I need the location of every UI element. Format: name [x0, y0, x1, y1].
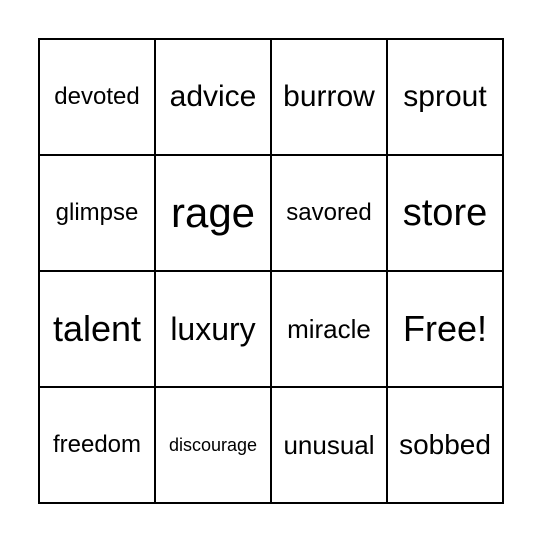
bingo-cell[interactable]: store: [387, 155, 503, 271]
cell-word: luxury: [170, 310, 256, 347]
cell-word: advice: [169, 80, 257, 113]
cell-word: unusual: [283, 429, 375, 460]
bingo-cell[interactable]: unusual: [271, 387, 387, 503]
cell-word: burrow: [283, 80, 375, 113]
cell-word: rage: [170, 189, 256, 236]
bingo-cell[interactable]: talent: [39, 271, 155, 387]
bingo-cell[interactable]: rage: [155, 155, 271, 271]
bingo-cell[interactable]: advice: [155, 39, 271, 155]
bingo-cell[interactable]: sprout: [387, 39, 503, 155]
bingo-cell[interactable]: freedom: [39, 387, 155, 503]
cell-word: discourage: [168, 434, 258, 455]
bingo-cell[interactable]: miracle: [271, 271, 387, 387]
bingo-cell[interactable]: burrow: [271, 39, 387, 155]
bingo-cell[interactable]: luxury: [155, 271, 271, 387]
cell-word: sobbed: [399, 429, 491, 460]
bingo-cell[interactable]: discourage: [155, 387, 271, 503]
cell-word: devoted: [54, 83, 140, 110]
bingo-card: devoted advice burrow sprout glimpse rage savo…: [38, 38, 504, 504]
cell-word: talent: [52, 308, 142, 349]
bingo-cell[interactable]: savored: [271, 155, 387, 271]
cell-word: miracle: [287, 313, 371, 344]
bingo-cell[interactable]: Free!: [387, 271, 503, 387]
bingo-cell[interactable]: glimpse: [39, 155, 155, 271]
bingo-cell[interactable]: devoted: [39, 39, 155, 155]
cell-word: glimpse: [55, 199, 139, 226]
cell-word: store: [402, 191, 488, 234]
bingo-cell[interactable]: sobbed: [387, 387, 503, 503]
cell-word: savored: [286, 199, 372, 226]
cell-word: Free!: [402, 308, 488, 349]
cell-word: sprout: [403, 80, 487, 113]
cell-word: freedom: [52, 431, 142, 458]
